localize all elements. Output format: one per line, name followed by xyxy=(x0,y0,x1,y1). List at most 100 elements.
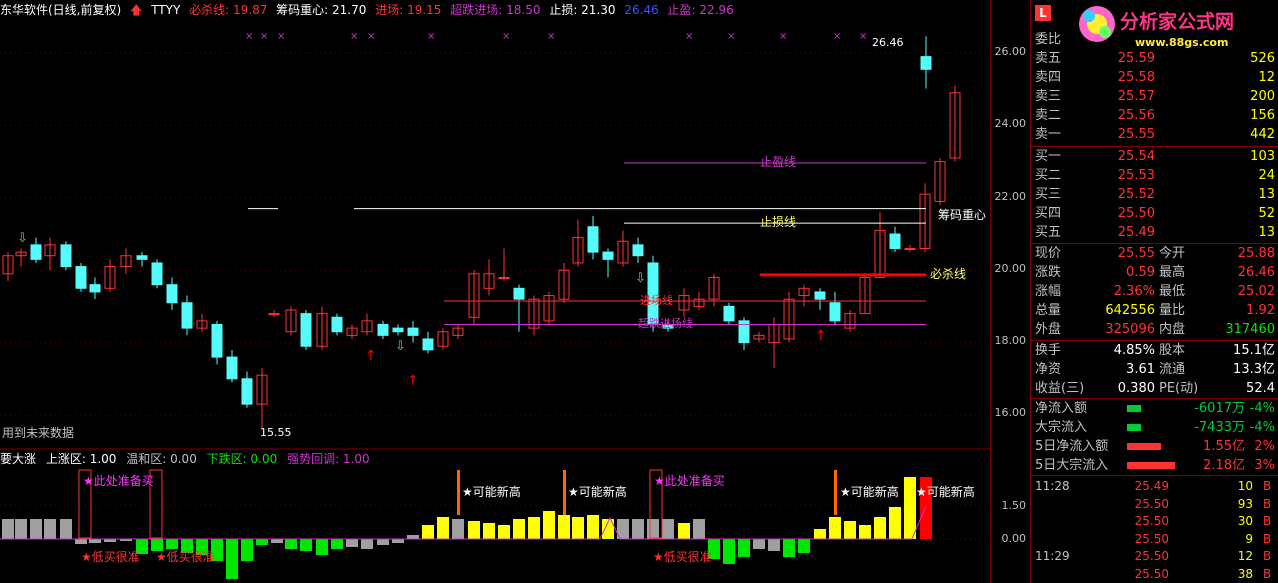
sell-arrow-icon: ⇩ xyxy=(17,231,28,246)
indicator-bar xyxy=(452,519,464,539)
level-icon[interactable]: L xyxy=(1035,5,1051,21)
stat-value: 3.61 xyxy=(1126,362,1155,377)
indicator-name[interactable]: TTYY xyxy=(151,3,180,17)
candle-body xyxy=(422,338,434,351)
x-marker: × xyxy=(833,31,841,42)
down-zone: 下跌区: 0.00 xyxy=(206,452,278,466)
indicator-bar xyxy=(422,525,434,539)
stat-value: 52.4 xyxy=(1246,381,1275,396)
stat-value: 325096 xyxy=(1105,322,1155,337)
trade-side: B xyxy=(1263,496,1272,511)
low-label: 15.55 xyxy=(260,426,292,439)
price-chart[interactable]: 止盈线止损线 筹码重心必杀线进场线超跌进场线 26.46 15.55 × × × × × × × × ×… xyxy=(0,0,990,583)
flow-label: 净流入额 xyxy=(1035,401,1088,416)
candle-body xyxy=(904,247,916,250)
stat-value: 642556 xyxy=(1105,303,1155,318)
stat-label: 涨幅 xyxy=(1035,284,1062,299)
flow-label: 大宗流入 xyxy=(1035,420,1088,435)
x-marker: × xyxy=(685,31,693,42)
indicator-bar xyxy=(166,539,178,549)
indicator-bar xyxy=(2,519,14,539)
indicator-bar xyxy=(89,539,101,543)
bid-row[interactable]: 买一 25.54 103 xyxy=(1031,147,1278,166)
bid-label: 买二 xyxy=(1035,168,1062,183)
flow-value: -7433万 xyxy=(1194,420,1245,435)
trade-volume: 38 xyxy=(1237,566,1253,581)
candle-body xyxy=(30,244,42,260)
bid-row[interactable]: 买三 25.52 13 xyxy=(1031,185,1278,204)
stat-value: 1.92 xyxy=(1246,303,1275,318)
stat-value: 25.02 xyxy=(1237,284,1275,299)
bid-price: 25.53 xyxy=(1117,168,1155,183)
bid-label: 买一 xyxy=(1035,149,1062,164)
ask-row[interactable]: 卖二 25.56 156 xyxy=(1031,106,1278,125)
x-marker: × xyxy=(367,31,375,42)
signal-marker xyxy=(457,470,460,515)
trade-row: 11:29 25.50 12 B xyxy=(1031,548,1278,565)
indicator-title[interactable]: 要大涨 xyxy=(0,452,36,466)
axis-label: 1.50 xyxy=(1001,499,1027,512)
bid-row[interactable]: 买五 25.49 13 xyxy=(1031,223,1278,242)
stat-value: 25.88 xyxy=(1237,246,1275,261)
signal-marker xyxy=(563,470,566,515)
chart-header: 东华软件(日线,前复权) 🡅 TTYY 必杀线: 19.87 筹码重心: 21.… xyxy=(0,0,990,20)
axis-label: 0.00 xyxy=(1001,532,1027,545)
stat-row: 涨幅 2.36% 最低 25.02 xyxy=(1031,282,1278,301)
ask-row[interactable]: 卖三 25.57 200 xyxy=(1031,87,1278,106)
quote-panel[interactable]: L 委比 卖五 25.59 526 卖四 25.58 12 卖三 25.57 200 卖二 25.5… xyxy=(1030,0,1278,583)
indicator-bar xyxy=(285,539,297,549)
candle-body xyxy=(498,276,510,279)
ask-price: 25.56 xyxy=(1117,108,1155,123)
candle-body xyxy=(226,356,238,380)
x-marker: × xyxy=(260,31,268,42)
stat-label: 净资 xyxy=(1035,362,1062,377)
indicator-bar xyxy=(874,517,886,539)
kline-chart-area[interactable]: 止盈线 止损线 筹码重心 必杀线 进场线 超跌进场线 26.46 15.55 × × × × × × × × ×… xyxy=(0,0,1030,583)
indicator-bar xyxy=(783,539,795,557)
bid-price: 25.52 xyxy=(1117,187,1155,202)
candle-body xyxy=(920,56,932,70)
ask-row[interactable]: 卖四 25.58 12 xyxy=(1031,68,1278,87)
ask-row[interactable]: 卖一 25.55 442 xyxy=(1031,125,1278,144)
ask-label: 卖四 xyxy=(1035,70,1062,85)
stat-value: 2.36% xyxy=(1113,284,1155,299)
x-marker: × xyxy=(245,31,253,42)
zhiying-label: 止盈线 xyxy=(760,155,796,169)
high-label: 26.46 xyxy=(872,36,904,49)
bid-row[interactable]: 买二 25.53 24 xyxy=(1031,166,1278,185)
x-marker: × xyxy=(547,31,555,42)
chouma-label: 筹码重心 xyxy=(938,208,986,222)
stat-row: 总量 642556 量比 1.92 xyxy=(1031,301,1278,320)
buy-prep-label: ★此处准备买 xyxy=(83,474,154,488)
candle-body xyxy=(151,262,163,286)
ask-label: 卖三 xyxy=(1035,89,1062,104)
bid-row[interactable]: 买四 25.50 52 xyxy=(1031,204,1278,223)
logo-title: 分析家公式网 xyxy=(1120,10,1234,33)
sell-arrow-icon: ⇩ xyxy=(635,271,646,286)
stock-title[interactable]: 东华软件(日线,前复权) xyxy=(0,3,121,17)
buy-prep-label: ★此处准备买 xyxy=(654,474,725,488)
indicator-bar xyxy=(798,539,810,553)
x-marker: × xyxy=(779,31,787,42)
ask-label: 卖五 xyxy=(1035,51,1062,66)
x-marker: × xyxy=(427,31,435,42)
stat-label: 涨跌 xyxy=(1035,265,1062,280)
indicator-bar xyxy=(678,523,690,539)
flow-row: 净流入额 -6017万 -4% xyxy=(1031,399,1278,418)
indicator-bar xyxy=(587,515,599,539)
trade-side: B xyxy=(1263,514,1272,528)
stat-value: 317460 xyxy=(1225,322,1275,337)
trade-volume: 30 xyxy=(1237,514,1253,528)
zhisun-label: 止损线 xyxy=(760,215,796,229)
indicator-bar xyxy=(543,511,555,539)
low-buy-label: ★低买很准 xyxy=(653,550,712,564)
x-marker: × xyxy=(727,31,735,42)
trade-price: 25.50 xyxy=(1134,496,1169,511)
trade-price: 25.50 xyxy=(1134,566,1169,581)
indicator-bar xyxy=(60,519,72,539)
bid-volume: 52 xyxy=(1258,206,1275,221)
indicator-bar xyxy=(271,539,283,543)
bid-label: 买四 xyxy=(1035,206,1062,221)
indicator-bar xyxy=(498,525,510,539)
new-high-label: ★可能新高 xyxy=(568,484,627,499)
